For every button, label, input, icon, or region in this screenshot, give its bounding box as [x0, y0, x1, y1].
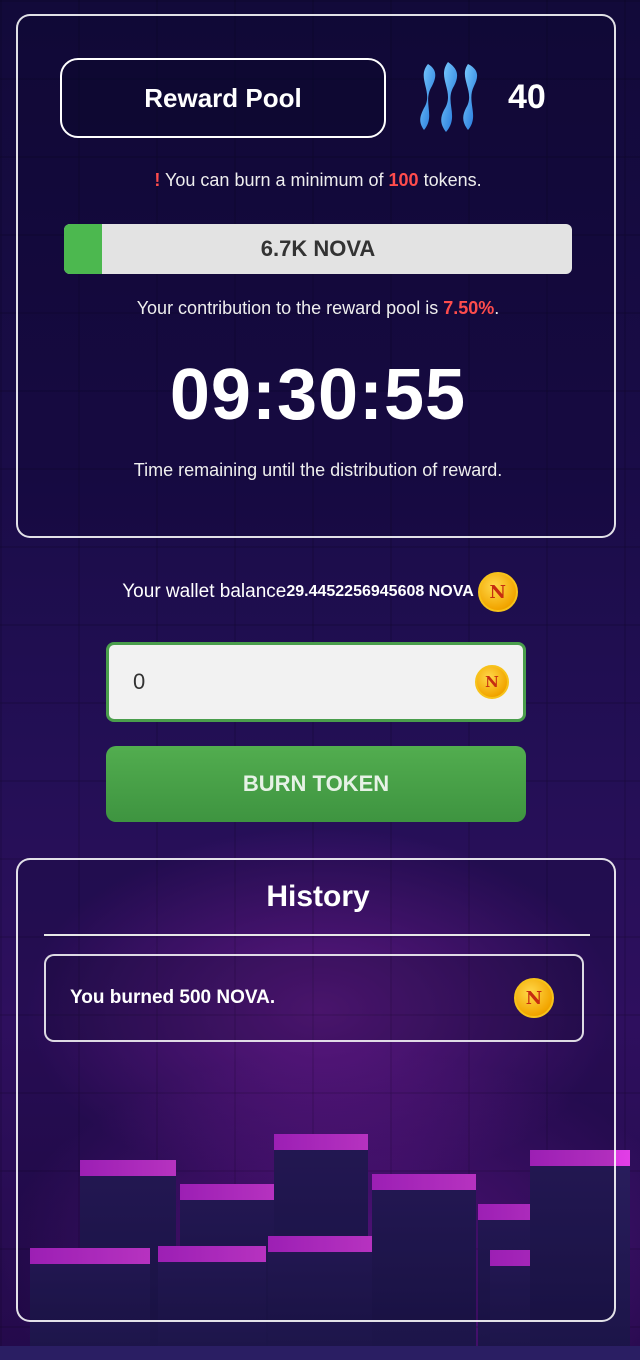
steem-icon — [420, 62, 478, 132]
history-title: History — [266, 880, 370, 913]
wallet-balance: Your wallet balance 29.4452256945608 NOV… — [0, 572, 640, 612]
contribution-text: Your contribution to the reward pool is … — [18, 298, 618, 319]
minimum-burn-notice: ! You can burn a minimum of 100 tokens. — [18, 170, 618, 191]
nova-coin-icon: N — [514, 978, 554, 1018]
reward-pool-progress-bar: 6.7K NOVA — [64, 224, 572, 274]
burn-token-button[interactable]: BURN TOKEN — [106, 746, 526, 822]
reward-pool-button[interactable]: Reward Pool — [60, 58, 386, 138]
history-panel: History You burned 500 NOVA. N — [16, 858, 616, 1322]
bottom-strip — [0, 1346, 640, 1360]
countdown-caption: Time remaining until the distribution of… — [133, 460, 503, 480]
notice-prefix: You can burn a minimum of — [165, 170, 384, 190]
history-item-text: You burned 500 NOVA. — [70, 987, 276, 1008]
nova-coin-icon: N — [477, 572, 518, 612]
contribution-suffix: . — [494, 298, 500, 318]
contribution-percent: 7.50% — [443, 298, 495, 318]
progress-label: 6.7K NOVA — [260, 236, 376, 261]
wallet-balance-value: 29.4452256945608 NOVA — [286, 583, 474, 600]
nova-coin-icon: N — [475, 665, 509, 699]
history-divider — [44, 934, 590, 936]
contribution-prefix: Your contribution to the reward pool is — [136, 298, 439, 318]
reward-pool-count: 40 — [508, 78, 546, 116]
notice-suffix: tokens. — [423, 170, 482, 190]
wallet-balance-label: Your wallet balance — [122, 581, 287, 602]
notice-min-amount: 100 — [388, 170, 419, 190]
countdown-timer: 09:30:55 — [169, 355, 467, 435]
warning-icon: ! — [154, 170, 161, 190]
burn-amount-input[interactable] — [133, 645, 453, 719]
history-item: You burned 500 NOVA. N — [44, 954, 584, 1042]
burn-amount-field[interactable]: N — [106, 642, 526, 722]
reward-pool-panel: Reward Pool 40 ! You can burn a minimum … — [16, 14, 616, 538]
